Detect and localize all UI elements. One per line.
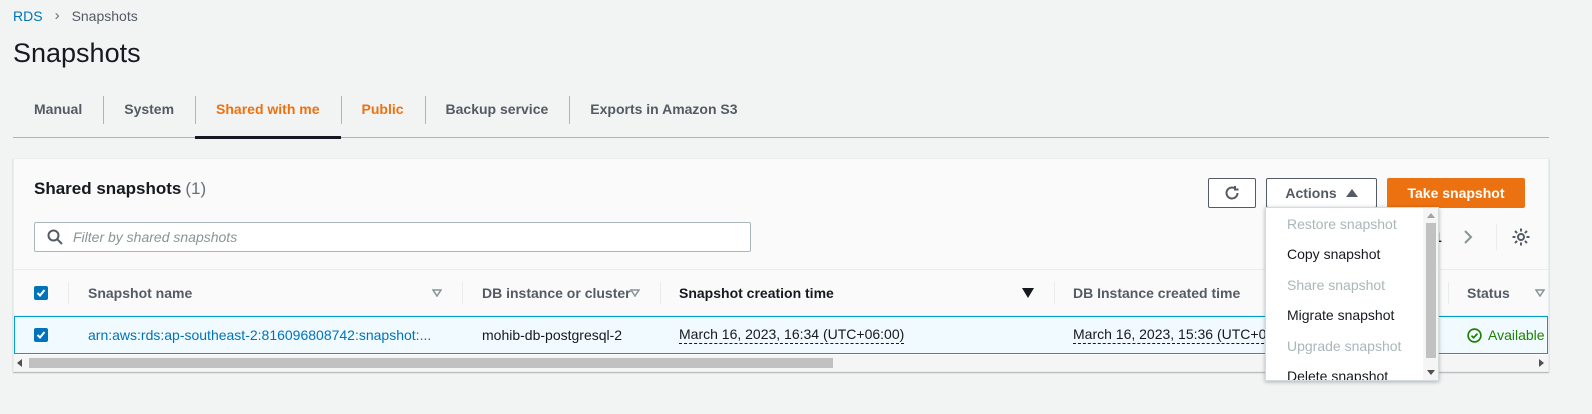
sort-icon (630, 289, 640, 297)
check-icon (36, 331, 46, 339)
panel-title: Shared snapshots (1) (34, 179, 206, 199)
instance-time-cell: March 16, 2023, 15:36 (UTC+06 (1073, 317, 1267, 353)
status-cell: Available (1467, 317, 1549, 353)
pagination: 1 (1434, 224, 1531, 250)
tab-exports-s3[interactable]: Exports in Amazon S3 (569, 92, 758, 137)
check-icon (36, 289, 46, 297)
breadcrumb-current: Snapshots (71, 7, 138, 24)
actions-dropdown-menu: Restore snapshot Copy snapshot Share sna… (1265, 207, 1439, 381)
sort-icon (1535, 289, 1545, 297)
menu-vertical-scrollbar[interactable] (1423, 208, 1438, 380)
take-snapshot-button[interactable]: Take snapshot (1387, 178, 1525, 208)
refresh-icon (1225, 186, 1239, 200)
tab-public[interactable]: Public (340, 92, 425, 137)
snapshot-name-link[interactable]: arn:aws:rds:ap-southeast-2:816096808742:… (88, 317, 443, 353)
gear-icon[interactable] (1511, 227, 1531, 247)
check-circle-icon (1467, 327, 1482, 343)
select-all-cell (14, 270, 68, 316)
menu-scrollbar-thumb[interactable] (1426, 223, 1436, 358)
panel-title-text: Shared snapshots (34, 179, 182, 198)
db-instance-cell: mohib-db-postgresql-2 (482, 327, 623, 343)
col-db-instance[interactable]: DB instance or cluster (462, 270, 660, 316)
actions-button[interactable]: Actions (1266, 178, 1377, 208)
sort-icon (432, 289, 442, 297)
menu-migrate-snapshot[interactable]: Migrate snapshot (1287, 307, 1394, 323)
tab-manual[interactable]: Manual (13, 92, 103, 137)
col-snapshot-name[interactable]: Snapshot name (68, 270, 462, 316)
page-title: Snapshots (13, 38, 141, 68)
scroll-down-icon[interactable] (1427, 370, 1435, 375)
row-select-cell (34, 317, 54, 353)
col-snapshot-creation-time[interactable]: Snapshot creation time (660, 270, 1054, 316)
pager-divider (1495, 224, 1497, 250)
snapshot-count: (1) (185, 179, 207, 198)
scroll-left-icon[interactable] (17, 359, 22, 367)
status-text: Available (1488, 327, 1545, 343)
scroll-right-icon[interactable] (1539, 359, 1544, 367)
filter-search (34, 222, 751, 252)
snapshot-time-cell: March 16, 2023, 16:34 (UTC+06:00) (679, 317, 1049, 353)
breadcrumb: RDS › Snapshots (13, 7, 138, 24)
breadcrumb-rds-link[interactable]: RDS (13, 8, 43, 24)
tab-backup-service[interactable]: Backup service (424, 92, 570, 137)
chevron-right-icon[interactable] (1462, 229, 1474, 245)
filter-input[interactable] (73, 229, 713, 245)
refresh-button[interactable] (1208, 178, 1256, 208)
select-all-checkbox[interactable] (34, 286, 48, 300)
chevron-right-icon: › (54, 7, 60, 24)
status-badge: Available (1467, 327, 1545, 343)
tab-shared-with-me[interactable]: Shared with me (195, 92, 341, 139)
menu-delete-snapshot[interactable]: Delete snapshot (1287, 368, 1388, 380)
snapshot-tabs: Manual System Shared with me Public Back… (13, 92, 1549, 139)
search-icon (47, 229, 63, 245)
scrollbar-thumb[interactable] (29, 358, 833, 368)
actions-label: Actions (1285, 185, 1337, 201)
tab-system[interactable]: System (103, 92, 195, 137)
caret-up-icon (1345, 189, 1358, 197)
col-status[interactable]: Status (1448, 270, 1550, 316)
row-checkbox[interactable] (34, 328, 48, 342)
menu-restore-snapshot: Restore snapshot (1287, 216, 1397, 232)
scroll-up-icon[interactable] (1427, 213, 1435, 218)
instance-time-value[interactable]: March 16, 2023, 15:36 (UTC+06 (1073, 326, 1267, 344)
menu-copy-snapshot[interactable]: Copy snapshot (1287, 246, 1380, 262)
menu-share-snapshot: Share snapshot (1287, 277, 1386, 293)
menu-upgrade-snapshot: Upgrade snapshot (1287, 338, 1402, 354)
snapshot-time-value[interactable]: March 16, 2023, 16:34 (UTC+06:00) (679, 326, 905, 344)
sort-descending-icon (1022, 288, 1034, 298)
